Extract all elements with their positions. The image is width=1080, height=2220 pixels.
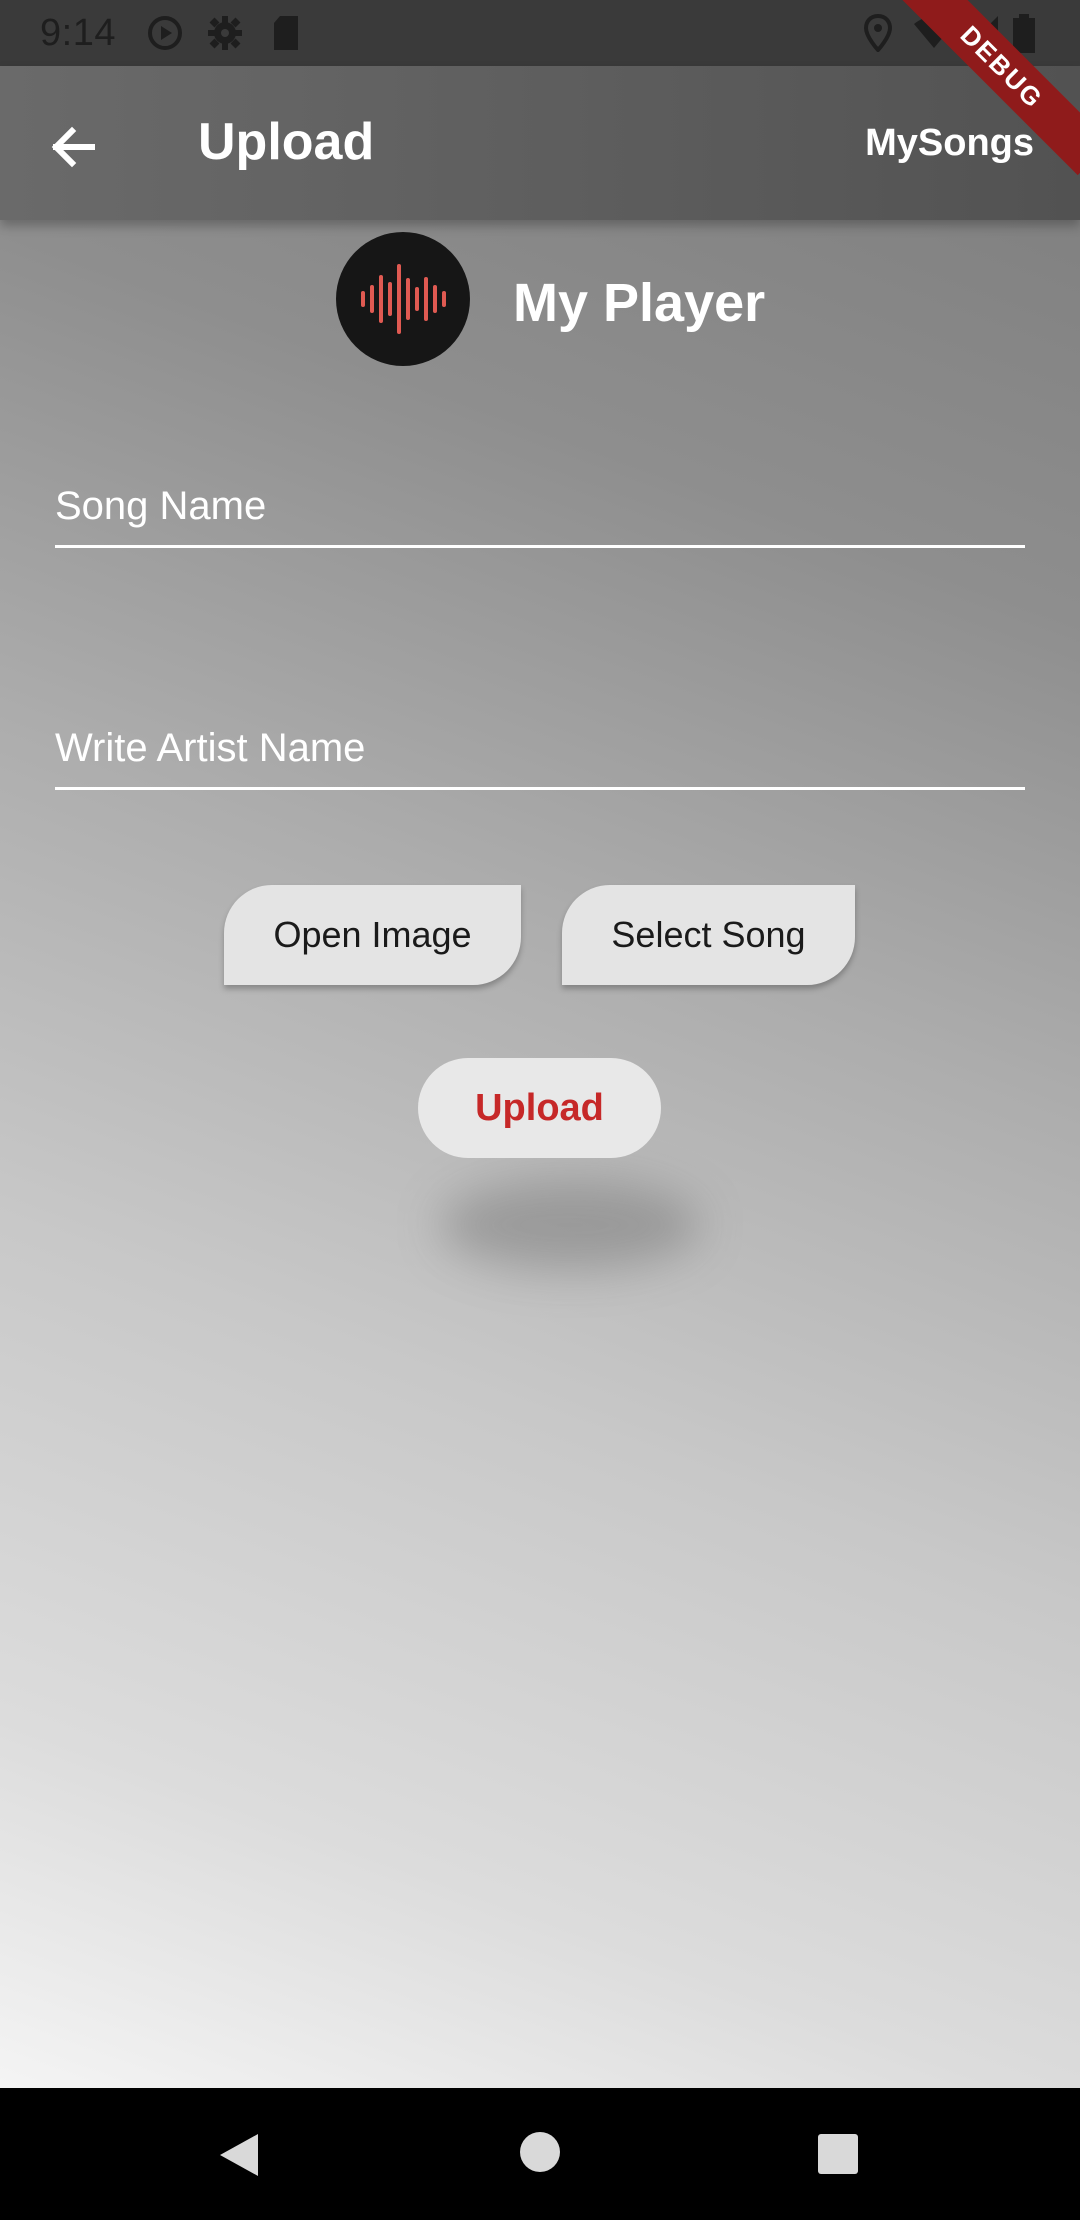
- upload-button[interactable]: Upload: [418, 1058, 661, 1158]
- artist-name-input[interactable]: [55, 710, 1025, 787]
- song-name-field: [55, 468, 1025, 548]
- app-screen: 9:14 Upload MySongs DEBUG My Player Song…: [0, 0, 1080, 2088]
- app-logo: [336, 232, 470, 366]
- artist-name-field: [55, 710, 1025, 790]
- debug-label: DEBUG: [900, 0, 1080, 176]
- select-song-button[interactable]: Select Song: [562, 885, 855, 985]
- home-circle-icon[interactable]: [518, 2130, 562, 2179]
- gear-icon: [206, 14, 244, 57]
- debug-banner: DEBUG: [900, 0, 1080, 180]
- status-time: 9:14: [40, 12, 116, 54]
- recents-square-icon[interactable]: [816, 2132, 860, 2181]
- back-triangle-icon[interactable]: [214, 2130, 264, 2185]
- soundwave-icon: [361, 264, 446, 334]
- page-title: Upload: [198, 113, 375, 171]
- location-icon: [862, 13, 894, 57]
- open-image-button[interactable]: Open Image: [224, 885, 521, 985]
- sd-card-icon: [270, 14, 302, 57]
- back-arrow-icon[interactable]: [40, 112, 110, 182]
- song-name-input[interactable]: [55, 468, 1025, 545]
- brand-name: My Player: [513, 273, 766, 333]
- upload-button-shadow: [440, 1180, 700, 1270]
- system-nav-bar: [0, 2088, 1080, 2220]
- play-circle-icon: [146, 14, 184, 57]
